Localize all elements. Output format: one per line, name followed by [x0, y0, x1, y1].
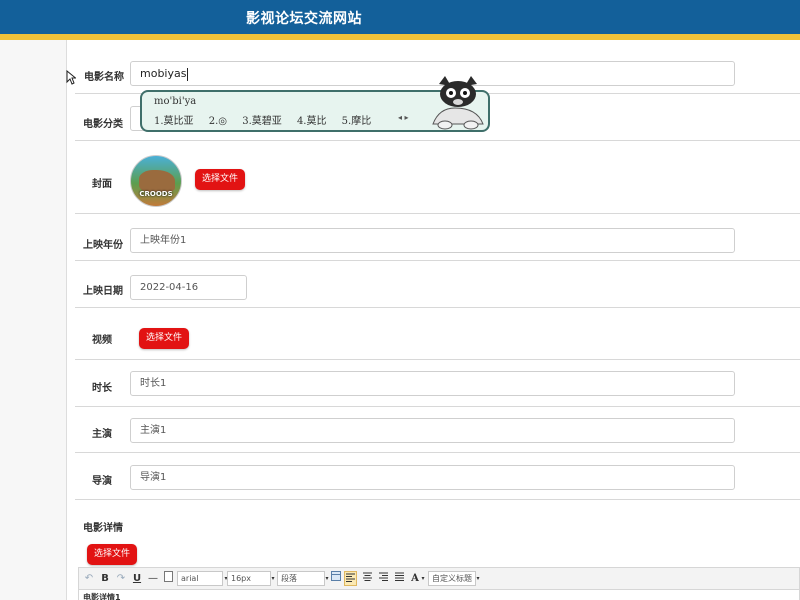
- release-year-input[interactable]: 上映年份1: [130, 228, 735, 253]
- underline-button[interactable]: U: [131, 571, 143, 586]
- cover-choose-file-button[interactable]: 选择文件: [195, 169, 246, 190]
- editor-content-text: 电影详情1: [83, 593, 121, 600]
- ime-pinyin: mo'bi'ya: [154, 96, 197, 107]
- ime-candidate-list: 1.莫比亚 2.◎ 3.莫碧亚 4.莫比 5.摩比: [154, 112, 383, 127]
- ime-candidate[interactable]: 5.摩比: [342, 116, 372, 127]
- left-gutter: [0, 40, 66, 600]
- align-center-icon[interactable]: [361, 571, 374, 586]
- chevron-down-icon[interactable]: ▾: [420, 571, 426, 586]
- ime-candidate-popup: mo'bi'ya 1.莫比亚 2.◎ 3.莫碧亚 4.莫比 5.摩比 ◂ ▸: [140, 76, 490, 132]
- row-divider: [75, 406, 800, 407]
- details-choose-file-button[interactable]: 选择文件: [87, 544, 138, 565]
- font-family-select[interactable]: arial: [177, 571, 223, 586]
- horizontal-rule-button[interactable]: —: [147, 571, 159, 586]
- row-divider: [75, 359, 800, 360]
- release-date-label: 上映日期: [83, 286, 123, 297]
- video-choose-file-button[interactable]: 选择文件: [139, 328, 190, 349]
- top-header: 影视论坛交流网站: [0, 0, 800, 34]
- align-left-icon[interactable]: [344, 571, 357, 586]
- cover-label: 封面: [92, 179, 112, 190]
- release-date-input[interactable]: 2022-04-16: [130, 275, 247, 300]
- video-label: 视频: [92, 335, 112, 346]
- ime-candidate[interactable]: 3.莫碧亚: [242, 116, 282, 127]
- release-year-label: 上映年份: [83, 240, 123, 251]
- site-title: 影视论坛交流网站: [246, 11, 362, 27]
- chevron-down-icon[interactable]: ▾: [270, 571, 276, 586]
- movie-name-label: 电影名称: [84, 72, 124, 83]
- paragraph-select[interactable]: 段落: [277, 571, 325, 586]
- duration-input[interactable]: 时长1: [130, 371, 735, 396]
- editor-content[interactable]: 电影详情1: [78, 589, 800, 600]
- table-icon[interactable]: [330, 571, 342, 586]
- cover-thumbnail: CROODS: [130, 155, 182, 207]
- row-divider: [75, 213, 800, 214]
- duration-label: 时长: [92, 383, 112, 394]
- text-caret: [187, 67, 189, 81]
- redo-icon[interactable]: ↷: [115, 571, 127, 586]
- details-label: 电影详情: [83, 523, 123, 534]
- ime-candidate[interactable]: 4.莫比: [297, 116, 327, 127]
- font-size-select[interactable]: 16px: [227, 571, 271, 586]
- movie-name-value: mobiyas: [140, 67, 187, 80]
- director-label: 导演: [92, 476, 112, 487]
- row-divider: [75, 260, 800, 261]
- row-divider: [75, 499, 800, 500]
- page-icon[interactable]: [163, 571, 173, 586]
- undo-icon[interactable]: ↶: [83, 571, 95, 586]
- cover-thumb-text: CROODS: [139, 190, 173, 198]
- chevron-down-icon[interactable]: ▾: [475, 571, 481, 586]
- director-input[interactable]: 导演1: [130, 465, 735, 490]
- cover-art-shape: [139, 170, 175, 192]
- editor-toolbar: ↶ B ↷ U — arial ▾ 16px ▾ 段落 ▾ A ▾ 自定义标题 …: [78, 567, 800, 589]
- ime-mascot-icon: [432, 76, 484, 130]
- mouse-cursor-icon: [66, 70, 76, 85]
- ime-page-arrows[interactable]: ◂ ▸: [398, 113, 409, 122]
- row-divider: [75, 452, 800, 453]
- ime-candidate[interactable]: 1.莫比亚: [154, 116, 194, 127]
- custom-title-select[interactable]: 自定义标题: [428, 571, 476, 586]
- starring-input[interactable]: 主演1: [130, 418, 735, 443]
- align-justify-icon[interactable]: [393, 571, 406, 586]
- row-divider: [75, 140, 800, 141]
- ime-candidate[interactable]: 2.◎: [209, 116, 227, 127]
- bold-button[interactable]: B: [99, 571, 111, 586]
- align-right-icon[interactable]: [377, 571, 390, 586]
- category-label: 电影分类: [83, 119, 123, 130]
- row-divider: [75, 307, 800, 308]
- starring-label: 主演: [92, 429, 112, 440]
